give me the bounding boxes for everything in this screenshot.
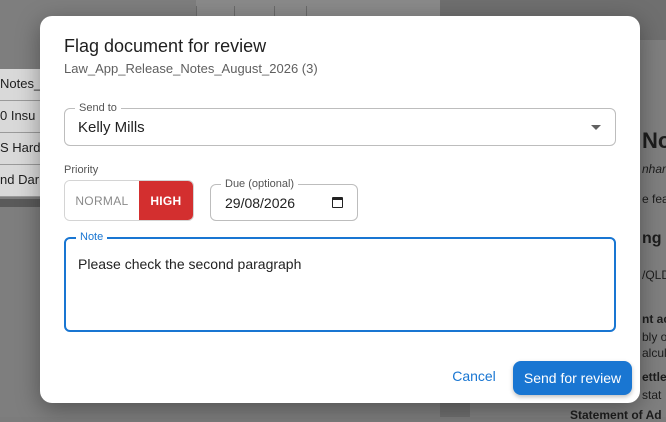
- doc-line: bly o: [642, 330, 666, 344]
- chevron-down-icon[interactable]: [591, 125, 601, 130]
- doc-heading: No: [642, 128, 666, 153]
- doc-line: stat: [642, 388, 662, 402]
- file-row: Notes_: [0, 69, 44, 101]
- due-date-label: Due (optional): [221, 178, 299, 190]
- doc-line: nt ac: [642, 312, 666, 326]
- doc-line: alcul: [642, 346, 666, 360]
- note-label: Note: [76, 231, 108, 243]
- file-row: 0 Insu: [0, 101, 44, 133]
- doc-heading: ng s: [642, 230, 666, 247]
- doc-subheading: nhar: [642, 162, 666, 176]
- send-for-review-button[interactable]: Send for review: [513, 361, 632, 395]
- document-name: Law_App_Release_Notes_August_2026 (3): [64, 61, 318, 76]
- cancel-button[interactable]: Cancel: [442, 359, 506, 393]
- doc-line: e feat: [642, 192, 666, 206]
- send-to-select[interactable]: Send to Kelly Mills: [64, 102, 616, 146]
- doc-line: ettle: [642, 370, 666, 384]
- calendar-icon[interactable]: [332, 197, 343, 208]
- note-value: Please check the second paragraph: [78, 256, 302, 272]
- doc-line: Statement of Ad: [570, 408, 662, 422]
- file-row: nd Dar: [0, 165, 44, 197]
- dialog-title: Flag document for review: [64, 36, 267, 56]
- priority-toggle-group: NORMAL HIGH: [64, 180, 194, 221]
- doc-line: /QLD: [642, 268, 666, 282]
- send-to-label: Send to: [75, 102, 121, 114]
- due-date-input[interactable]: Due (optional) 29/08/2026: [210, 178, 358, 221]
- note-textarea[interactable]: Note Please check the second paragraph: [64, 231, 616, 332]
- priority-label: Priority: [64, 164, 99, 176]
- file-row: S Hard: [0, 133, 44, 165]
- send-to-value: Kelly Mills: [78, 119, 145, 136]
- priority-high-button[interactable]: HIGH: [138, 181, 193, 220]
- due-date-value: 29/08/2026: [225, 195, 296, 211]
- priority-normal-button[interactable]: NORMAL: [65, 181, 139, 220]
- flag-for-review-dialog: Flag document for review Law_App_Release…: [40, 16, 640, 403]
